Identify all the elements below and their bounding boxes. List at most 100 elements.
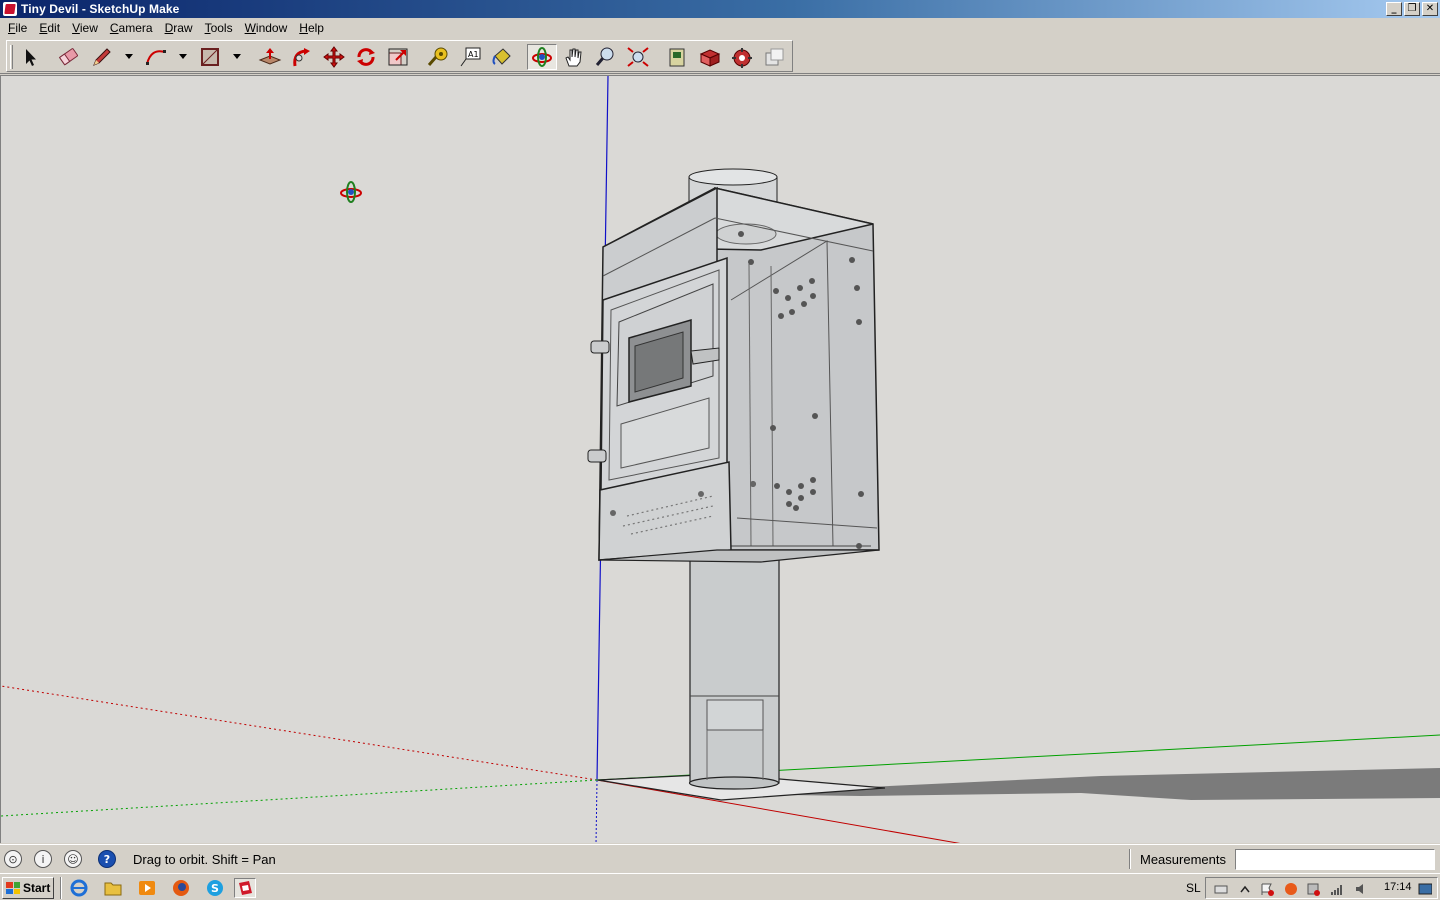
restore-button[interactable]: ❐	[1404, 2, 1420, 16]
show-hidden-icons-icon[interactable]	[1238, 882, 1252, 896]
model-viewport[interactable]	[0, 75, 1440, 843]
share-model-icon	[699, 49, 721, 67]
flag-tray-icon[interactable]	[1260, 882, 1274, 896]
get-models-icon	[732, 48, 752, 68]
push-pull-icon	[258, 48, 282, 65]
toolbar-grip[interactable]	[10, 45, 13, 69]
menu-help[interactable]: Help	[293, 21, 330, 35]
select-arrow-icon	[26, 49, 36, 66]
eraser-icon	[58, 48, 78, 66]
orbit-tool-button[interactable]	[527, 44, 557, 70]
system-tray: 17:14	[1205, 877, 1438, 899]
arc-tool-button[interactable]	[141, 44, 171, 70]
orbit-icon	[532, 47, 552, 67]
rectangle-tool-button[interactable]	[195, 44, 225, 70]
show-desktop-icon[interactable]	[1418, 882, 1432, 896]
menu-file[interactable]: File	[2, 21, 33, 35]
orbit-cursor-icon	[340, 181, 362, 203]
svg-text:S: S	[211, 882, 219, 895]
geolocation-icon[interactable]: ⊙	[4, 850, 22, 868]
internet-explorer-icon[interactable]	[68, 878, 90, 898]
paint-bucket-tool-button[interactable]	[487, 44, 517, 70]
instructor-help-icon[interactable]: ?	[98, 850, 116, 868]
rotate-tool-button[interactable]	[351, 44, 381, 70]
credits-info-icon[interactable]: i	[34, 850, 52, 868]
arc-dropdown-arrow[interactable]	[179, 54, 187, 59]
file-explorer-icon[interactable]	[102, 878, 124, 898]
start-button[interactable]: Start	[2, 877, 54, 899]
keyboard-tray-icon[interactable]	[1214, 882, 1228, 896]
pan-hand-icon	[565, 48, 582, 67]
menu-window[interactable]: Window	[239, 21, 294, 35]
select-tool-button[interactable]	[15, 44, 45, 70]
windows-logo-icon	[6, 882, 20, 894]
sketchup-app-icon[interactable]	[3, 2, 17, 16]
menu-camera[interactable]: Camera	[104, 21, 159, 35]
measurements-input[interactable]	[1235, 849, 1435, 870]
line-dropdown-arrow[interactable]	[125, 54, 133, 59]
menu-help-rest: elp	[307, 21, 324, 35]
scale-icon	[388, 48, 408, 66]
taskbar-clock[interactable]: 17:14	[1384, 881, 1412, 893]
title-bar: Tiny Devil - SketchUp Make _ ❐ ✕	[0, 0, 1440, 18]
extension-icon	[765, 48, 784, 66]
arc-icon	[146, 50, 166, 65]
pan-tool-button[interactable]	[559, 44, 589, 70]
follow-me-icon	[293, 48, 310, 67]
follow-me-tool-button[interactable]	[287, 44, 317, 70]
push-pull-tool-button[interactable]	[255, 44, 285, 70]
media-player-icon[interactable]	[136, 878, 158, 898]
language-indicator[interactable]: SL	[1186, 881, 1201, 895]
windows-taskbar: Start S SL 17:14	[0, 873, 1440, 900]
window-title: Tiny Devil - SketchUp Make	[21, 2, 180, 16]
zoom-extents-tool-button[interactable]	[623, 44, 653, 70]
red-axis-dashed	[1, 685, 598, 781]
menu-edit-rest: dit	[47, 21, 61, 35]
window-controls: _ ❐ ✕	[1386, 2, 1438, 16]
start-label: Start	[23, 881, 51, 895]
menu-view[interactable]: View	[66, 21, 104, 35]
measurements-label: Measurements	[1140, 852, 1226, 867]
wifi-signal-tray-icon[interactable]	[1330, 882, 1344, 896]
tape-measure-tool-button[interactable]	[423, 44, 453, 70]
svg-text:A1: A1	[468, 50, 479, 59]
close-button[interactable]: ✕	[1422, 2, 1438, 16]
menu-file-rest: ile	[15, 21, 28, 35]
sketchup-taskbar-button[interactable]	[234, 878, 256, 898]
status-separator	[1129, 849, 1131, 869]
menu-view-rest: iew	[79, 21, 98, 35]
3d-warehouse-button[interactable]	[663, 44, 693, 70]
menu-tools-rest: ools	[210, 21, 233, 35]
line-tool-button[interactable]	[87, 44, 117, 70]
get-models-button[interactable]	[727, 44, 757, 70]
eraser-tool-button[interactable]	[54, 44, 84, 70]
pencil-icon	[93, 48, 111, 66]
toolbar-group: A1	[6, 40, 793, 72]
green-axis-dashed	[1, 779, 598, 817]
paint-bucket-icon	[492, 48, 511, 65]
volume-tray-icon[interactable]	[1354, 882, 1368, 896]
shape-dropdown-arrow[interactable]	[233, 54, 241, 59]
text-tool-button[interactable]: A1	[455, 44, 485, 70]
security-tray-icon[interactable]	[1284, 882, 1298, 896]
zoom-tool-button[interactable]	[591, 44, 621, 70]
move-tool-button[interactable]	[319, 44, 349, 70]
menu-tools[interactable]: Tools	[199, 21, 239, 35]
status-bar: ⊙ i ☺ ? Drag to orbit. Shift = Pan Measu…	[0, 844, 1440, 872]
share-model-button[interactable]	[695, 44, 725, 70]
rotate-icon	[357, 48, 375, 66]
extension-warehouse-button[interactable]	[759, 44, 789, 70]
magnifier-icon	[595, 47, 614, 66]
menu-edit[interactable]: Edit	[33, 21, 66, 35]
user-account-icon[interactable]: ☺	[64, 850, 82, 868]
warehouse-icon	[669, 48, 685, 67]
skype-icon[interactable]: S	[204, 878, 226, 898]
minimize-button[interactable]: _	[1386, 2, 1402, 16]
firefox-icon[interactable]	[170, 878, 192, 898]
menu-draw[interactable]: Draw	[159, 21, 199, 35]
menu-draw-rest: raw	[173, 21, 193, 35]
network-adapter-tray-icon[interactable]	[1306, 882, 1320, 896]
model-scene	[1, 76, 1440, 843]
scale-tool-button[interactable]	[383, 44, 413, 70]
tape-measure-icon	[427, 47, 448, 66]
